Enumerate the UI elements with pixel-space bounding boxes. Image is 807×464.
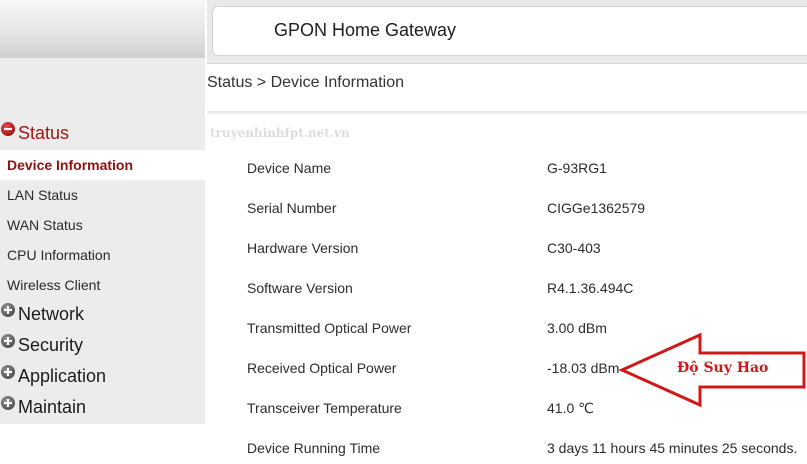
sidebar-item-wireless-client[interactable]: Wireless Client [0, 270, 205, 300]
sidebar-group-security[interactable]: Security [0, 330, 205, 360]
sidebar-item-cpu-information[interactable]: CPU Information [0, 240, 205, 270]
info-row-software-version: Software Version R4.1.36.494C [247, 280, 807, 300]
info-label: Serial Number [247, 200, 337, 216]
plus-circle-icon [1, 396, 15, 410]
info-value: 41.0 ℃ [547, 400, 594, 416]
info-label: Hardware Version [247, 240, 359, 256]
info-label: Software Version [247, 280, 353, 296]
info-value: 3.00 dBm [547, 320, 607, 336]
info-label: Transceiver Temperature [247, 400, 402, 416]
header-panel: GPON Home Gateway [212, 6, 807, 56]
sidebar-group-label: Security [18, 334, 84, 355]
sidebar-group-label: Network [18, 303, 85, 324]
sidebar-group-label: Status [18, 122, 70, 143]
plus-circle-icon [1, 303, 15, 317]
minus-circle-icon [1, 122, 15, 136]
annotation-label: Độ Suy Hao [677, 360, 769, 376]
page: GPON Home Gateway Status > Device Inform… [0, 0, 807, 464]
info-value: G-93RG1 [547, 160, 607, 176]
sidebar-group-status[interactable]: Status [0, 118, 205, 148]
sidebar-item-wan-status[interactable]: WAN Status [0, 210, 205, 240]
info-row-device-name: Device Name G-93RG1 [247, 160, 807, 180]
plus-circle-icon [1, 365, 15, 379]
info-value: -18.03 dBm [547, 360, 620, 376]
header-bar: GPON Home Gateway [207, 0, 807, 64]
info-label: Received Optical Power [247, 360, 397, 376]
info-label: Device Running Time [247, 440, 381, 456]
info-label: Device Name [247, 160, 332, 176]
info-row-hardware-version: Hardware Version C30-403 [247, 240, 807, 260]
info-label: Transmitted Optical Power [247, 320, 412, 336]
sidebar-group-application[interactable]: Application [0, 361, 205, 391]
breadcrumb: Status > Device Information [207, 74, 404, 91]
sidebar-group-maintain[interactable]: Maintain [0, 392, 205, 422]
app-title: GPON Home Gateway [274, 20, 457, 40]
info-value: C30-403 [547, 240, 601, 256]
plus-circle-icon [1, 334, 15, 348]
info-value: R4.1.36.494C [547, 280, 634, 296]
sidebar-group-network[interactable]: Network [0, 299, 205, 329]
sidebar: Status Device Information LAN Status WAN… [0, 58, 205, 424]
info-value: CIGGe1362579 [547, 200, 646, 216]
watermark: truyenhinhfpt.net.vn [210, 126, 350, 140]
info-row-device-running-time: Device Running Time 3 days 11 hours 45 m… [247, 440, 807, 460]
info-value: 3 days 11 hours 45 minutes 25 seconds. [547, 440, 798, 456]
sidebar-group-label: Application [18, 365, 107, 386]
sidebar-group-label: Maintain [18, 396, 87, 417]
sidebar-item-lan-status[interactable]: LAN Status [0, 180, 205, 210]
info-row-serial-number: Serial Number CIGGe1362579 [247, 200, 807, 220]
logo-area [0, 0, 205, 58]
breadcrumb-divider [207, 111, 807, 114]
sidebar-item-device-information[interactable]: Device Information [0, 150, 205, 180]
